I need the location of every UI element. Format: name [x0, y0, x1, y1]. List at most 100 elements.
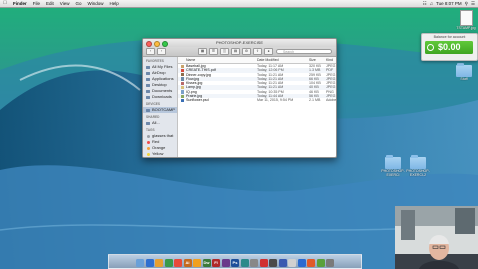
dock-app-icon[interactable]: [240, 259, 249, 267]
icon-view-button[interactable]: ▦: [198, 48, 207, 55]
dock-app-icon[interactable]: [145, 259, 154, 267]
sidebar-header-favorites: FAVORITES: [146, 59, 164, 63]
sidebar-item-tag-yellow[interactable]: Yellow: [143, 151, 177, 157]
file-icon: [181, 77, 184, 81]
file-icon: [181, 64, 184, 68]
file-icon: [181, 90, 184, 94]
desktop-folder-stuff[interactable]: Stuff: [452, 63, 476, 81]
column-header-name[interactable]: Name: [186, 57, 195, 63]
dock-app-icon[interactable]: Ai: [183, 259, 192, 267]
sidebar-item-label: BOOTCAMP: [152, 107, 175, 112]
tags-button[interactable]: ●: [264, 48, 273, 55]
file-list: Name Date Modified Size Kind Baseball.jp…: [178, 57, 336, 157]
sidebar-item-downloads[interactable]: Downloads: [143, 94, 177, 100]
airdrop-icon: [146, 71, 150, 75]
sidebar-item-label: Yellow: [152, 151, 164, 156]
desktop-icon-label: PHOTOSHOP-EXERCI: [381, 169, 405, 177]
coin-icon: [427, 44, 434, 51]
dock-app-icon[interactable]: [221, 259, 230, 267]
arrange-button[interactable]: ⚙: [242, 48, 251, 55]
forward-button[interactable]: ›: [157, 48, 166, 55]
sidebar-item-label: All...: [152, 120, 160, 125]
dock-app-icon[interactable]: [136, 259, 144, 267]
back-button[interactable]: ‹: [146, 48, 155, 55]
dock-app-icon[interactable]: [259, 259, 268, 267]
list-view-button[interactable]: ☰: [209, 48, 218, 55]
sidebar-item-bootcamp[interactable]: BOOTCAMP: [143, 107, 177, 113]
widget-title: Balance for account: [433, 35, 466, 39]
desktop-icon: [146, 83, 150, 87]
file-row[interactable]: Sunflower.psd Mar 11, 2015, 9:54 PM 2.1 MB…: [178, 98, 336, 102]
menu-go[interactable]: Go: [72, 0, 84, 7]
volume-icon[interactable]: ♫: [430, 0, 433, 7]
column-header-kind[interactable]: Kind: [326, 57, 333, 63]
dock-app-icon[interactable]: [326, 259, 334, 267]
applications-icon: [146, 77, 150, 81]
sidebar-header-shared: SHARED: [146, 115, 160, 119]
dock-app-icon[interactable]: Dw: [202, 259, 211, 267]
column-header-size[interactable]: Size: [309, 57, 316, 63]
sidebar-item-label: glasses that: [152, 133, 174, 138]
file-size: 2.1 MB: [309, 98, 321, 103]
dock-app-icon[interactable]: [269, 259, 277, 267]
menu-view[interactable]: View: [57, 0, 73, 7]
menu-file[interactable]: File: [30, 0, 43, 7]
menu-clock[interactable]: Tue 8:07 PM: [436, 0, 462, 7]
drive-icon: [146, 108, 150, 112]
desktop-folder-photoshop-2[interactable]: PHOTOSHOP-EXERCI-2: [405, 155, 431, 177]
dock-app-icon[interactable]: Ps: [231, 259, 239, 267]
apple-menu-icon[interactable]: : [0, 0, 10, 7]
file-icon: [181, 73, 184, 77]
sidebar-item-label: Desktop: [152, 82, 167, 87]
tag-dot-icon: [146, 146, 150, 150]
desktop-folder-photoshop-1[interactable]: PHOTOSHOP-EXERCI: [381, 155, 405, 177]
dock-app-icon[interactable]: [278, 259, 287, 267]
dock-app-icon[interactable]: [307, 259, 315, 267]
search-input[interactable]: Search: [276, 49, 332, 54]
file-icon: [181, 68, 184, 73]
file-icon: [181, 98, 184, 103]
menu-edit[interactable]: Edit: [43, 0, 57, 7]
sidebar-item-label: AirDrop: [152, 70, 166, 75]
share-button[interactable]: ⇧: [253, 48, 262, 55]
column-header-date[interactable]: Date Modified: [257, 57, 279, 63]
dock-app-icon[interactable]: [250, 259, 258, 267]
folder-icon: [410, 155, 426, 169]
window-titlebar[interactable]: PHOTOSHOP-EXERCISE: [143, 39, 336, 47]
webcam-video: [395, 206, 478, 269]
menu-app-finder[interactable]: Finder: [10, 0, 30, 7]
documents-icon: [146, 89, 150, 93]
column-view-button[interactable]: ◫: [220, 48, 229, 55]
desktop-file-icon[interactable]: TSTAMP.jpg: [455, 10, 477, 30]
dock-app-icon[interactable]: [297, 259, 306, 267]
sidebar-item-shared-all[interactable]: All...: [143, 120, 177, 126]
downloads-icon: [146, 95, 150, 99]
desktop-icon-label: TSTAMP.jpg: [456, 26, 476, 30]
dock-app-icon[interactable]: [155, 259, 163, 267]
sidebar-item-label: Red: [152, 139, 160, 144]
sidebar-item-label: Downloads: [152, 94, 172, 99]
dock-app-icon[interactable]: Fl: [212, 259, 220, 267]
balance-widget[interactable]: Balance for account $0.00: [421, 33, 478, 61]
file-icon: [181, 81, 184, 85]
folder-icon: [456, 63, 472, 77]
dock-app-icon[interactable]: [164, 259, 173, 267]
menu-bar-extras: ☷ ♫ Tue 8:07 PM ⚲ ☰: [423, 0, 478, 7]
dock-app-icon[interactable]: [288, 259, 296, 267]
tag-dot-icon: [146, 140, 150, 144]
dock: Ai Dw Fl Ps: [108, 254, 362, 269]
sidebar-item-label: Documents: [152, 88, 173, 93]
coverflow-view-button[interactable]: ▤: [231, 48, 240, 55]
file-rows: Baseball.jpg Today, 11:17 AM 320 KB JPEG CRE…: [178, 64, 336, 103]
notification-center-icon[interactable]: ☰: [471, 0, 475, 7]
all-files-icon: [146, 65, 150, 69]
dock-app-icon[interactable]: [174, 259, 182, 267]
dock-app-icon[interactable]: [316, 259, 325, 267]
balance-display: $0.00: [425, 41, 473, 54]
menu-window[interactable]: Window: [85, 0, 107, 7]
file-kind: Adobe: [326, 98, 337, 103]
menu-help[interactable]: Help: [107, 0, 122, 7]
dock-app-icon[interactable]: [193, 259, 201, 267]
wifi-icon[interactable]: ☷: [423, 0, 427, 7]
spotlight-icon[interactable]: ⚲: [465, 0, 468, 7]
